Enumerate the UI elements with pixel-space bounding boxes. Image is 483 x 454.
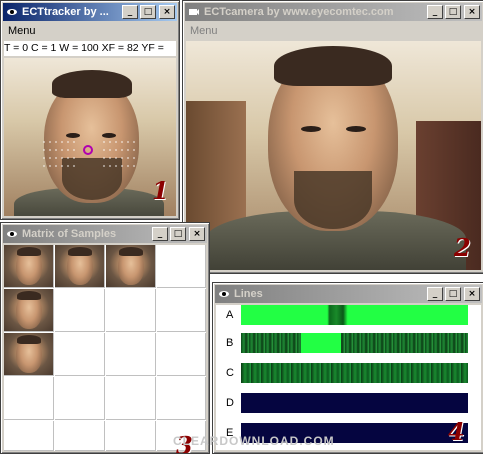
sample-cell-empty[interactable] <box>55 289 105 332</box>
app-eye-icon <box>217 287 231 301</box>
sample-cell-empty[interactable] <box>4 377 54 420</box>
sample-cell-empty[interactable] <box>157 289 206 332</box>
matrix-title: Matrix of Samples <box>22 228 117 240</box>
sample-cell[interactable] <box>4 245 54 288</box>
line-bar-c <box>241 363 468 383</box>
sample-cell-empty[interactable] <box>157 377 206 420</box>
tracker-status-text: T = 0 C = 1 W = 100 XF = 82 YF = <box>4 41 176 56</box>
lines-panel: A B C D E 4 <box>216 305 481 450</box>
close-button[interactable]: × <box>189 227 205 241</box>
camera-title: ECTcamera by www.eyecomtec.com <box>204 6 394 18</box>
sample-cell[interactable] <box>106 245 156 288</box>
minimize-button[interactable]: _ <box>427 5 443 19</box>
close-button[interactable]: × <box>159 5 175 19</box>
badge-2: 2 <box>454 233 471 262</box>
tracker-title: ECTtracker by ... <box>22 6 109 18</box>
close-button[interactable]: × <box>464 5 480 19</box>
sample-cell-empty[interactable] <box>106 333 156 376</box>
lines-window: Lines _ □ × A B C D E 4 <box>212 282 483 454</box>
sample-cell[interactable] <box>4 333 54 376</box>
sample-cell-empty[interactable] <box>106 289 156 332</box>
camera-icon <box>187 5 201 19</box>
maximize-button[interactable]: □ <box>140 5 156 19</box>
minimize-button[interactable]: _ <box>152 227 168 241</box>
sample-cell-empty[interactable] <box>55 421 105 451</box>
minimize-button[interactable]: _ <box>122 5 138 19</box>
tracker-window: ECTtracker by ... _ □ × Menu T = 0 C = 1… <box>0 0 180 220</box>
tracker-titlebar[interactable]: ECTtracker by ... _ □ × <box>3 3 177 21</box>
close-button[interactable]: × <box>464 287 480 301</box>
matrix-window: Matrix of Samples _ □ × 3 <box>0 222 210 454</box>
tracker-menu[interactable]: Menu <box>4 23 176 39</box>
sample-cell[interactable] <box>55 245 105 288</box>
line-bar-b <box>241 333 468 353</box>
sample-cell-empty[interactable] <box>157 245 206 288</box>
sample-cell-empty[interactable] <box>106 377 156 420</box>
badge-4: 4 <box>448 417 465 446</box>
line-label-d: D <box>226 397 234 409</box>
maximize-button[interactable]: □ <box>445 5 461 19</box>
samples-grid: 3 <box>4 245 206 453</box>
badge-1: 1 <box>152 176 169 205</box>
line-label-c: C <box>226 367 234 379</box>
tracking-grid <box>43 141 135 167</box>
lines-title: Lines <box>234 288 263 300</box>
line-bar-a <box>241 305 468 325</box>
minimize-button[interactable]: _ <box>427 287 443 301</box>
sample-cell-empty[interactable] <box>106 421 156 451</box>
camera-titlebar[interactable]: ECTcamera by www.eyecomtec.com _ □ × <box>185 3 482 21</box>
line-label-b: B <box>226 337 234 349</box>
sample-cell-empty[interactable] <box>55 333 105 376</box>
maximize-button[interactable]: □ <box>170 227 186 241</box>
sample-cell-empty[interactable] <box>157 333 206 376</box>
sample-cell-empty[interactable] <box>55 377 105 420</box>
app-eye-icon <box>5 5 19 19</box>
sample-cell-empty[interactable] <box>4 421 54 451</box>
matrix-titlebar[interactable]: Matrix of Samples _ □ × <box>3 225 207 243</box>
camera-menu[interactable]: Menu <box>186 23 481 39</box>
maximize-button[interactable]: □ <box>445 287 461 301</box>
camera-video: 2 <box>186 41 481 270</box>
watermark: CLEARDOWNLOAD.COM <box>173 434 335 448</box>
line-bar-d <box>241 393 468 413</box>
tracker-video: 1 <box>4 58 176 216</box>
app-eye-icon <box>5 227 19 241</box>
sample-cell[interactable] <box>4 289 54 332</box>
lines-titlebar[interactable]: Lines _ □ × <box>215 285 482 303</box>
line-label-a: A <box>226 309 234 321</box>
camera-window: ECTcamera by www.eyecomtec.com _ □ × Men… <box>182 0 483 274</box>
